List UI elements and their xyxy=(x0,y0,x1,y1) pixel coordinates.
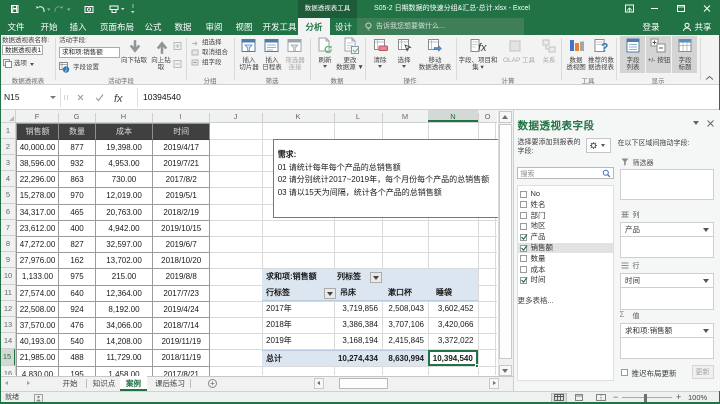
svg-text:fx: fx xyxy=(478,42,487,54)
svg-text:fx: fx xyxy=(114,93,123,105)
svg-text:?: ? xyxy=(601,41,608,55)
